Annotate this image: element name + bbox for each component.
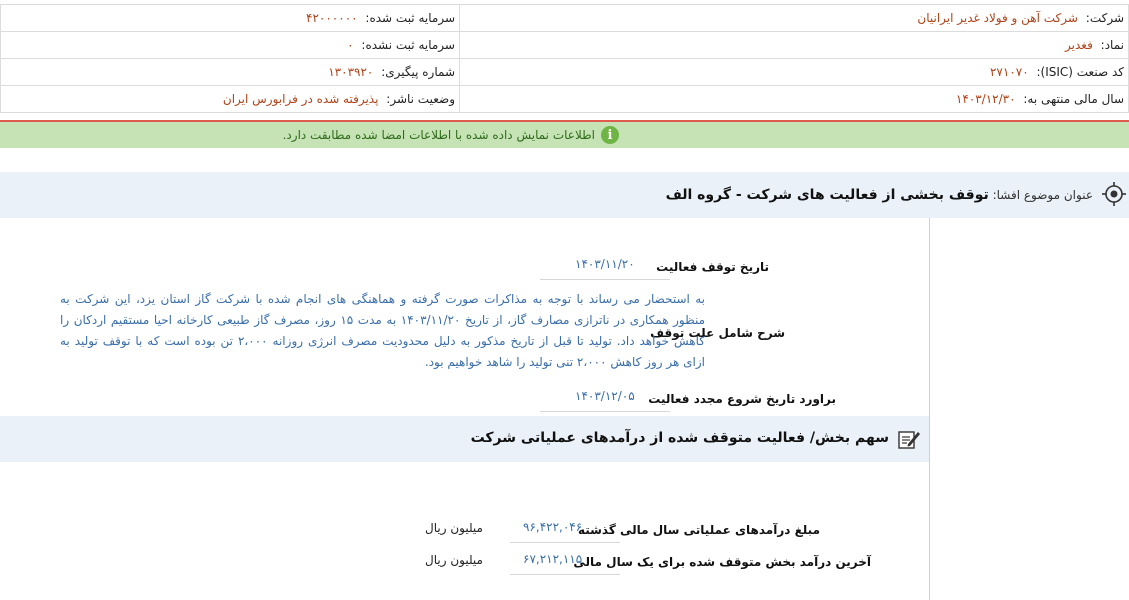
prev-revenue-unit: میلیون ریال — [425, 521, 483, 535]
last-revenue-value: ۶۷,۲۱۲,۱۱۵ — [523, 552, 583, 566]
reason-value: به استحضار می رساند با توجه به مذاکرات ص… — [60, 292, 705, 369]
prev-revenue-label: مبلغ درآمدهای عملیاتی سال مالی گذشته — [577, 523, 820, 537]
symbol-label: نماد: — [1100, 38, 1124, 52]
tracking-label: شماره پیگیری: — [381, 65, 455, 79]
info-icon: i — [601, 126, 619, 144]
column-divider — [929, 218, 930, 600]
subject-bar: عنوان موضوع افشا: توقف بخشی از فعالیت ها… — [0, 172, 1129, 218]
company-info-table: شرکت: شرکت آهن و فولاد غدیر ایرانیان سرم… — [0, 4, 1129, 113]
status-value: پذیرفته شده در فرابورس ایران — [222, 92, 379, 106]
info-row: کد صنعت (ISIC): ۲۷۱۰۷۰ شماره پیگیری: ۱۳۰… — [0, 58, 1129, 86]
subject-title: توقف بخشی از فعالیت های شرکت - گروه الف — [665, 187, 989, 203]
tracking-cell: شماره پیگیری: ۱۳۰۳۹۲۰ — [0, 58, 460, 86]
last-revenue-label: آخرین درآمد بخش متوقف شده برای یک سال ما… — [573, 555, 871, 569]
status-cell: وضعیت ناشر: پذیرفته شده در فرابورس ایران — [0, 85, 460, 113]
company-value[interactable]: شرکت آهن و فولاد غدیر ایرانیان — [917, 11, 1078, 25]
target-icon — [1102, 182, 1126, 206]
company-cell: شرکت: شرکت آهن و فولاد غدیر ایرانیان — [459, 4, 1129, 32]
isic-value: ۲۷۱۰۷۰ — [989, 65, 1029, 79]
last-revenue-underline — [510, 574, 620, 575]
prev-revenue-underline — [510, 542, 620, 543]
subject-label: عنوان موضوع افشا: — [992, 188, 1093, 202]
info-row: سال مالی منتهی به: ۱۴۰۳/۱۲/۳۰ وضعیت ناشر… — [0, 85, 1129, 113]
status-label: وضعیت ناشر: — [386, 92, 455, 106]
stop-date-label: تاریخ توقف فعالیت — [656, 260, 769, 274]
capital-registered-value: ۴۲۰۰۰۰۰۰ — [306, 11, 358, 25]
fiscal-label: سال مالی منتهی به: — [1023, 92, 1124, 106]
last-revenue-unit: میلیون ریال — [425, 553, 483, 567]
prev-revenue-value: ۹۶,۴۲۲,۰۴۶ — [523, 520, 583, 534]
share-section-header: سهم بخش/ فعالیت متوقف شده از درآمدهای عم… — [0, 416, 929, 462]
alert-text: اطلاعات نمایش داده شده با اطلاعات امضا ش… — [282, 128, 595, 142]
share-section-title: سهم بخش/ فعالیت متوقف شده از درآمدهای عم… — [470, 430, 889, 446]
stop-date-value: ۱۴۰۳/۱۱/۲۰ — [575, 257, 635, 271]
capital-registered-cell: سرمایه ثبت شده: ۴۲۰۰۰۰۰۰ — [0, 4, 460, 32]
symbol-cell: نماد: فغدیر — [459, 31, 1129, 59]
subject-heading: عنوان موضوع افشا: توقف بخشی از فعالیت ها… — [666, 187, 1093, 203]
capital-registered-label: سرمایه ثبت شده: — [365, 11, 455, 25]
isic-cell: کد صنعت (ISIC): ۲۷۱۰۷۰ — [459, 58, 1129, 86]
tracking-value: ۱۳۰۳۹۲۰ — [328, 65, 374, 79]
company-label: شرکت: — [1085, 11, 1124, 25]
capital-unregistered-label: سرمایه ثبت نشده: — [361, 38, 455, 52]
fiscal-cell: سال مالی منتهی به: ۱۴۰۳/۱۲/۳۰ — [459, 85, 1129, 113]
edit-icon — [898, 431, 920, 449]
restart-date-underline — [540, 411, 670, 412]
info-row: نماد: فغدیر سرمایه ثبت نشده: ۰ — [0, 31, 1129, 59]
symbol-value[interactable]: فغدیر — [1065, 38, 1093, 52]
fiscal-value: ۱۴۰۳/۱۲/۳۰ — [955, 92, 1016, 106]
stop-date-underline — [540, 279, 670, 280]
isic-label: کد صنعت (ISIC): — [1036, 65, 1124, 79]
capital-unregistered-cell: سرمایه ثبت نشده: ۰ — [0, 31, 460, 59]
capital-unregistered-value: ۰ — [347, 38, 354, 52]
info-row: شرکت: شرکت آهن و فولاد غدیر ایرانیان سرم… — [0, 4, 1129, 32]
restart-date-label: براورد تاریخ شروع مجدد فعالیت — [648, 392, 836, 406]
signature-alert: i اطلاعات نمایش داده شده با اطلاعات امضا… — [0, 122, 1129, 148]
restart-date-value: ۱۴۰۳/۱۲/۰۵ — [575, 389, 635, 403]
